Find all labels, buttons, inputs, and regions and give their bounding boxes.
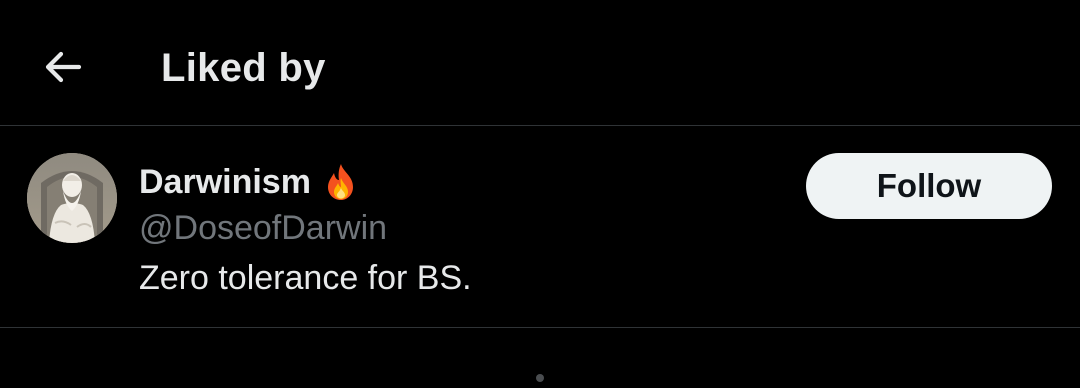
follow-button[interactable]: Follow xyxy=(806,153,1052,219)
user-handle: @DoseofDarwin xyxy=(139,209,388,247)
top-app-bar: Liked by xyxy=(0,0,1080,126)
scroll-indicator-dot xyxy=(536,374,544,382)
back-button[interactable] xyxy=(38,42,88,92)
user-list-item[interactable]: Darwinism @DoseofDarwin Zero tolerance f… xyxy=(0,126,1080,328)
fire-icon xyxy=(327,164,353,200)
display-name-row: Darwinism xyxy=(139,160,359,204)
user-bio: Zero tolerance for BS. xyxy=(139,259,472,297)
display-name[interactable]: Darwinism xyxy=(139,160,311,204)
user-avatar[interactable] xyxy=(27,153,117,243)
page-title: Liked by xyxy=(161,46,326,90)
darwin-statue-avatar xyxy=(27,153,117,243)
arrow-left-icon xyxy=(45,51,82,83)
